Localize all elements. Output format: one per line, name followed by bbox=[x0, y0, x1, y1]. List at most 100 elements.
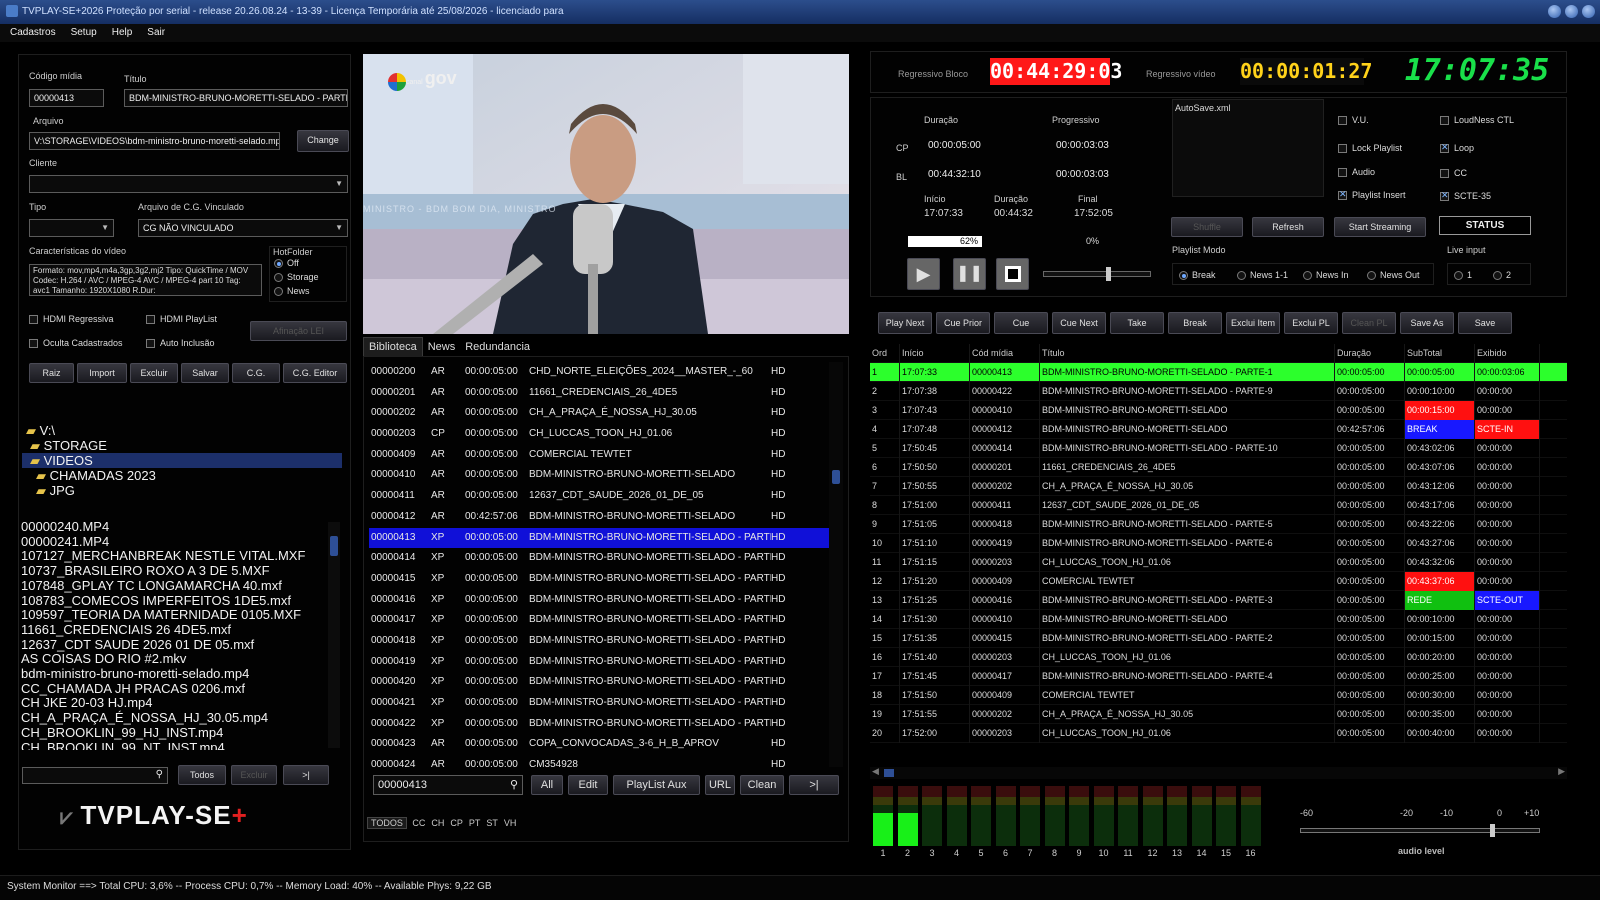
action-take-button[interactable]: Take bbox=[1110, 312, 1164, 334]
filter-cp[interactable]: CP bbox=[447, 818, 466, 828]
hotfolder-off[interactable]: Off bbox=[274, 258, 299, 269]
cg-button[interactable]: C.G. bbox=[232, 363, 280, 383]
tree-item-jpg[interactable]: ▰ JPG bbox=[22, 483, 349, 498]
file-go-button[interactable]: >| bbox=[283, 765, 329, 785]
tipo-select[interactable]: ▼ bbox=[29, 219, 114, 237]
hdmi-playlist-checkbox[interactable]: HDMI PlayList bbox=[146, 314, 217, 325]
slider-handle[interactable] bbox=[1489, 824, 1495, 837]
auto-inclusao-checkbox[interactable]: Auto Inclusão bbox=[146, 338, 215, 349]
file-list-item[interactable]: 00000240.MP4 bbox=[21, 520, 343, 535]
play-button[interactable]: ▶ bbox=[907, 258, 940, 290]
playlist-row[interactable]: 19 17:51:55 00000202 CH_A_PRAÇA_É_NOSSA_HJ_… bbox=[870, 705, 1567, 724]
caract-textarea[interactable]: Formato: mov,mp4,m4a,3gp,3g2,mj2 Tipo: Q… bbox=[29, 264, 262, 296]
library-row[interactable]: 00000418 XP 00:00:05:00 BDM-MINISTRO-BRUNO-… bbox=[369, 631, 829, 652]
loop-checkbox[interactable]: Loop bbox=[1440, 142, 1474, 154]
library-row[interactable]: 00000420 XP 00:00:05:00 BDM-MINISTRO-BRUNO-… bbox=[369, 672, 829, 693]
column-header[interactable]: Início bbox=[900, 344, 970, 363]
library-row[interactable]: 00000200 AR 00:00:05:00 CHD_NORTE_ELEIÇÕES_… bbox=[369, 362, 829, 383]
import-button[interactable]: Import bbox=[77, 363, 127, 383]
action-cue-next-button[interactable]: Cue Next bbox=[1052, 312, 1106, 334]
playlist-row[interactable]: 3 17:07:43 00000410 BDM-MINISTRO-BRUNO-MORE… bbox=[870, 401, 1567, 420]
edit-button[interactable]: Edit bbox=[568, 775, 608, 795]
playlist-insert-checkbox[interactable]: Playlist Insert bbox=[1338, 189, 1406, 201]
all-button[interactable]: All bbox=[531, 775, 563, 795]
hotfolder-storage[interactable]: Storage bbox=[274, 272, 319, 283]
playlist-row[interactable]: 11 17:51:15 00000203 CH_LUCCAS_TOON_HJ_01.0… bbox=[870, 553, 1567, 572]
mode-news-out[interactable]: News Out bbox=[1367, 270, 1420, 281]
live-input-2[interactable]: 2 bbox=[1493, 270, 1511, 281]
playlist-row[interactable]: 13 17:51:25 00000416 BDM-MINISTRO-BRUNO-MOR… bbox=[870, 591, 1567, 610]
column-header[interactable]: Cód mídia bbox=[970, 344, 1040, 363]
library-row[interactable]: 00000414 XP 00:00:05:00 BDM-MINISTRO-BRUNO-… bbox=[369, 548, 829, 569]
file-search-input[interactable]: ⚲ bbox=[22, 767, 168, 784]
scroll-thumb[interactable] bbox=[330, 536, 338, 556]
close-button[interactable] bbox=[1582, 5, 1595, 18]
library-search-input[interactable]: 00000413 ⚲ bbox=[373, 775, 523, 795]
playlist-row[interactable]: 18 17:51:50 00000409 COMERCIAL TEWTET 00:00:… bbox=[870, 686, 1567, 705]
file-list-item[interactable]: 107127_MERCHANBREAK NESTLE VITAL.MXF bbox=[21, 549, 343, 564]
playlist-row[interactable]: 20 17:52:00 00000203 CH_LUCCAS_TOON_HJ_01.0… bbox=[870, 724, 1567, 743]
change-button[interactable]: Change bbox=[297, 130, 349, 152]
playlist-row[interactable]: 2 17:07:38 00000422 BDM-MINISTRO-BRUNO-MORE… bbox=[870, 382, 1567, 401]
menu-help[interactable]: Help bbox=[102, 24, 138, 38]
file-list-item[interactable]: bdm-ministro-bruno-moretti-selado.mp4 bbox=[21, 666, 343, 682]
raiz-button[interactable]: Raiz bbox=[29, 363, 74, 383]
scroll-thumb[interactable] bbox=[832, 470, 840, 484]
library-row[interactable]: 00000422 XP 00:00:05:00 BDM-MINISTRO-BRUNO-… bbox=[369, 714, 829, 735]
library-row[interactable]: 00000201 AR 00:00:05:00 11661_CREDENCIAIS_2… bbox=[369, 383, 829, 404]
action-clean-pl-button[interactable]: Clean PL bbox=[1342, 312, 1396, 334]
action-cue-button[interactable]: Cue bbox=[994, 312, 1048, 334]
menu-setup[interactable]: Setup bbox=[61, 24, 102, 38]
mode-news-in[interactable]: News In bbox=[1303, 270, 1349, 281]
tab-news[interactable]: News bbox=[423, 338, 461, 356]
action-save-button[interactable]: Save bbox=[1458, 312, 1512, 334]
start-streaming-button[interactable]: Start Streaming bbox=[1334, 217, 1426, 237]
oculta-checkbox[interactable]: Oculta Cadastrados bbox=[29, 338, 123, 349]
action-break-button[interactable]: Break bbox=[1168, 312, 1222, 334]
shuffle-button[interactable]: Shuffle bbox=[1171, 217, 1243, 237]
library-scrollbar[interactable] bbox=[829, 362, 843, 767]
library-row[interactable]: 00000416 XP 00:00:05:00 BDM-MINISTRO-BRUNO-… bbox=[369, 590, 829, 611]
file-list-item[interactable]: 11661_CREDENCIAIS 26 4DE5.mxf bbox=[21, 622, 343, 638]
chevron-left-icon[interactable]: ◀ bbox=[872, 766, 879, 777]
playlist-row[interactable]: 14 17:51:30 00000410 BDM-MINISTRO-BRUNO-MOR… bbox=[870, 610, 1567, 629]
codigo-input[interactable]: 00000413 bbox=[29, 89, 104, 107]
mode-break[interactable]: Break bbox=[1179, 270, 1216, 281]
mode-news-1-1[interactable]: News 1-1 bbox=[1237, 270, 1288, 281]
tree-item-root[interactable]: ▰ V:\ bbox=[22, 423, 349, 438]
filter-st[interactable]: ST bbox=[483, 818, 501, 828]
playlist-row[interactable]: 7 17:50:55 00000202 CH_A_PRAÇA_É_NOSSA_HJ_3… bbox=[870, 477, 1567, 496]
file-list-item[interactable]: 12637_CDT SAUDE 2026 01 DE 05.mxf bbox=[21, 637, 343, 653]
file-excluir-button[interactable]: Excluir bbox=[231, 765, 277, 785]
todos-button[interactable]: Todos bbox=[178, 765, 226, 785]
volume-slider[interactable] bbox=[1043, 267, 1151, 281]
column-header[interactable]: Ord bbox=[870, 344, 900, 363]
hdmi-regressiva-checkbox[interactable]: HDMI Regressiva bbox=[29, 314, 114, 325]
library-row[interactable]: 00000424 AR 00:00:05:00 CM354928 HD bbox=[369, 755, 829, 767]
playlist-row[interactable]: 6 17:50:50 00000201 11661_CREDENCIAIS_26_4D… bbox=[870, 458, 1567, 477]
action-exclui-item-button[interactable]: Exclui Item bbox=[1226, 312, 1280, 334]
column-header[interactable]: SubTotal bbox=[1405, 344, 1475, 363]
audio-checkbox[interactable]: Audio bbox=[1338, 167, 1375, 178]
file-list-item[interactable]: CH_BROOKLIN_99_NT_INST.mp4 bbox=[21, 740, 343, 750]
live-input-1[interactable]: 1 bbox=[1454, 270, 1472, 281]
playlist-row[interactable]: 5 17:50:45 00000414 BDM-MINISTRO-BRUNO-MORE… bbox=[870, 439, 1567, 458]
library-row[interactable]: 00000410 AR 00:00:05:00 BDM-MINISTRO-BRUNO-… bbox=[369, 465, 829, 486]
filter-ch[interactable]: CH bbox=[428, 818, 447, 828]
column-header[interactable]: Exibido bbox=[1475, 344, 1540, 363]
action-play-next-button[interactable]: Play Next bbox=[878, 312, 932, 334]
file-list-item[interactable]: 108783_COMECOS IMPERFEITOS 1DE5.mxf bbox=[21, 593, 343, 609]
playlist-row[interactable]: 9 17:51:05 00000418 BDM-MINISTRO-BRUNO-MORE… bbox=[870, 515, 1567, 534]
playlist-row[interactable]: 15 17:51:35 00000415 BDM-MINISTRO-BRUNO-MOR… bbox=[870, 629, 1567, 648]
column-header[interactable]: Duração bbox=[1335, 344, 1405, 363]
action-exclui-pl-button[interactable]: Exclui PL bbox=[1284, 312, 1338, 334]
filter-pt[interactable]: PT bbox=[466, 818, 484, 828]
library-row[interactable]: 00000423 AR 00:00:05:00 COPA_CONVOCADAS_3-6… bbox=[369, 734, 829, 755]
vu-checkbox[interactable]: V.U. bbox=[1338, 115, 1369, 126]
url-button[interactable]: URL bbox=[705, 775, 735, 795]
playlist-row[interactable]: 16 17:51:40 00000203 CH_LUCCAS_TOON_HJ_01.0… bbox=[870, 648, 1567, 667]
file-list-scrollbar[interactable] bbox=[328, 522, 340, 748]
filter-vh[interactable]: VH bbox=[501, 818, 520, 828]
library-row[interactable]: 00000409 AR 00:00:05:00 COMERCIAL TEWTET HD bbox=[369, 445, 829, 466]
file-list-item[interactable]: CH_BROOKLIN_99_HJ_INST.mp4 bbox=[21, 725, 343, 741]
